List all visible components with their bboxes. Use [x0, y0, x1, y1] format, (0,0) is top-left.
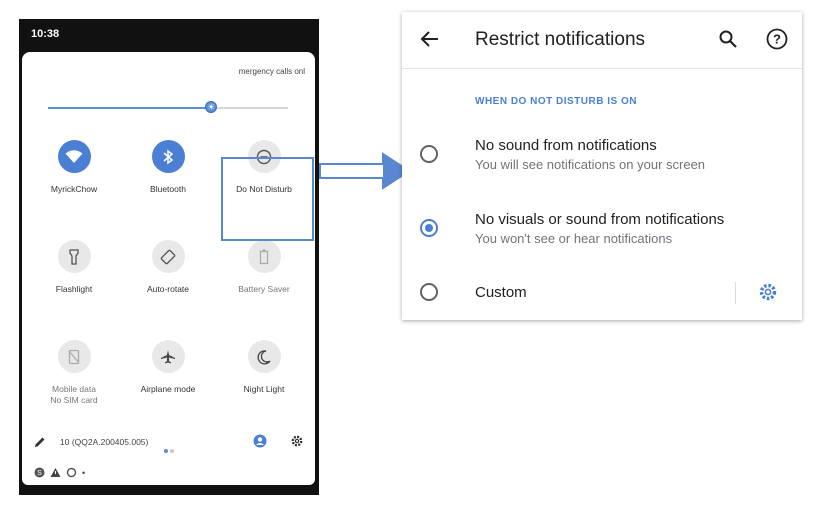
- page-dot-active: [164, 449, 168, 453]
- page-indicator: [164, 440, 176, 458]
- tile-night-light[interactable]: Night Light: [222, 340, 306, 395]
- brightness-fill: [48, 107, 212, 109]
- brightness-slider[interactable]: ☀: [48, 101, 288, 113]
- flashlight-icon: [57, 240, 91, 273]
- tile-label: Auto-rotate: [146, 284, 190, 294]
- back-arrow-icon[interactable]: [420, 29, 440, 54]
- svg-text:?: ?: [773, 32, 781, 47]
- notification-icons: S •: [34, 467, 85, 478]
- quick-settings-panel: mergency calls onl ☀ MyrickChow Bluetoot…: [22, 52, 315, 478]
- arrow-icon: [319, 152, 411, 190]
- tile-label: Bluetooth: [150, 184, 186, 194]
- tile-auto-rotate[interactable]: Auto-rotate: [126, 240, 210, 295]
- tile-label: Night Light: [243, 384, 285, 394]
- tile-label: Flashlight: [55, 284, 93, 294]
- more-dot: •: [82, 467, 86, 478]
- option-no-sound[interactable]: No sound from notifications You will see…: [402, 124, 802, 180]
- tile-wifi[interactable]: MyrickChow: [32, 140, 116, 195]
- tile-battery-saver[interactable]: Battery Saver: [222, 240, 306, 295]
- section-header: WHEN DO NOT DISTURB IS ON: [475, 96, 637, 107]
- option-no-visuals-or-sound[interactable]: No visuals or sound from notifications Y…: [402, 198, 802, 254]
- warning-icon: [50, 468, 61, 477]
- night-light-icon: [247, 340, 281, 373]
- tile-bluetooth[interactable]: Bluetooth: [126, 140, 210, 195]
- brightness-icon[interactable]: ☀: [205, 101, 218, 113]
- svg-text:S: S: [37, 470, 42, 477]
- page-dot: [170, 449, 174, 453]
- tile-label: Mobile data: [52, 384, 96, 394]
- option-title: No visuals or sound from notifications: [475, 211, 725, 228]
- battery-saver-icon: [247, 240, 281, 273]
- wifi-icon: [57, 140, 91, 173]
- mobile-data-icon: [57, 340, 91, 373]
- option-subtitle: You won't see or hear notifications: [475, 231, 673, 246]
- restrict-notifications-screen: Restrict notifications ? WHEN DO NOT DIS…: [402, 12, 802, 320]
- tile-airplane-mode[interactable]: Airplane mode: [126, 340, 210, 395]
- blocked-icon: S: [34, 467, 45, 478]
- do-not-disturb-highlight-box: [221, 157, 314, 241]
- radio-button-checked[interactable]: [420, 219, 438, 237]
- build-number[interactable]: 10 (QQ2A.200405.005): [60, 437, 148, 447]
- page-title: Restrict notifications: [475, 29, 646, 50]
- sync-icon: [66, 467, 77, 478]
- notification-bar: S •: [22, 462, 315, 485]
- search-icon[interactable]: [718, 29, 738, 54]
- tile-label: Battery Saver: [238, 284, 290, 294]
- tile-flashlight[interactable]: Flashlight: [32, 240, 116, 295]
- tile-mobile-data[interactable]: Mobile data No SIM card: [32, 340, 116, 406]
- phone-screenshot: 10:38 mergency calls onl ☀ MyrickChow Bl…: [19, 19, 319, 495]
- carrier-text: mergency calls onl: [238, 67, 305, 76]
- option-title: Custom: [475, 284, 527, 301]
- tile-label: Airplane mode: [140, 384, 196, 394]
- user-icon[interactable]: [253, 434, 267, 453]
- tile-sublabel: No SIM card: [50, 395, 98, 405]
- option-subtitle: You will see notifications on your scree…: [475, 157, 706, 172]
- custom-settings-gear-icon[interactable]: [757, 281, 779, 308]
- divider: [735, 282, 736, 304]
- option-custom[interactable]: Custom: [402, 265, 802, 321]
- app-bar: Restrict notifications ?: [402, 12, 802, 69]
- auto-rotate-icon: [151, 240, 185, 273]
- help-icon[interactable]: ?: [766, 28, 788, 55]
- radio-button[interactable]: [420, 283, 438, 301]
- status-time: 10:38: [31, 28, 60, 40]
- option-title: No sound from notifications: [475, 137, 657, 154]
- settings-gear-icon[interactable]: [290, 434, 304, 453]
- radio-button[interactable]: [420, 145, 438, 163]
- bluetooth-icon: [151, 140, 185, 173]
- quick-settings-footer: 10 (QQ2A.200405.005): [22, 429, 315, 455]
- tile-label: MyrickChow: [50, 184, 98, 194]
- airplane-icon: [151, 340, 185, 373]
- edit-icon[interactable]: [34, 435, 46, 453]
